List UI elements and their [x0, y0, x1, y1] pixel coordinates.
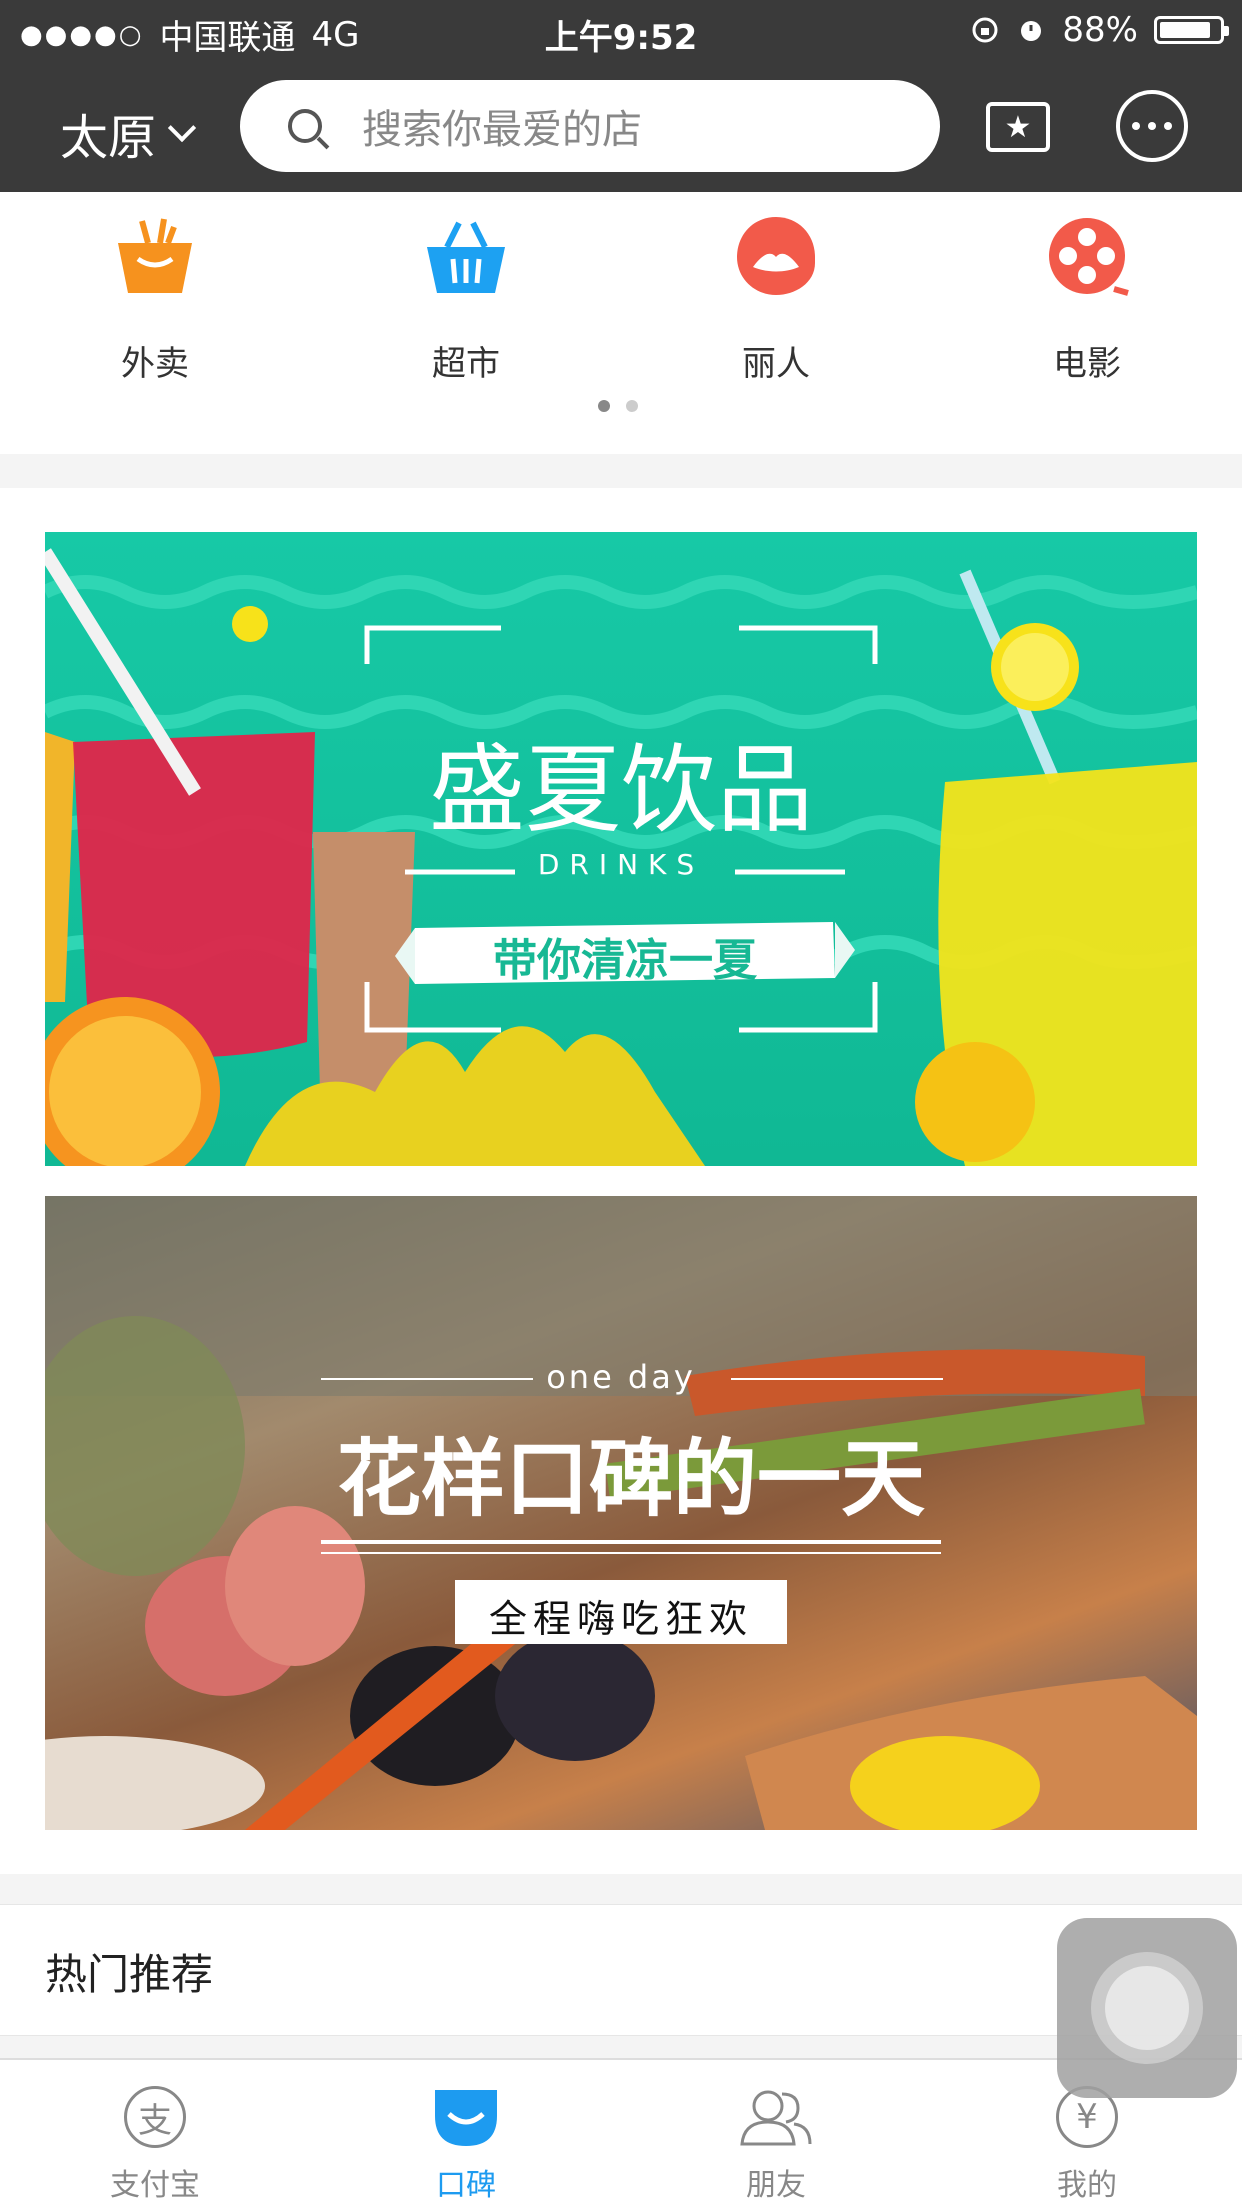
- category-grid: 外卖 超市 丽人 电影: [0, 192, 1242, 454]
- battery-percent: 88%: [1062, 10, 1138, 50]
- status-bar: ●●●●○ 中国联通 4G 上午9:52 88%: [0, 0, 1242, 62]
- koubei-icon: [435, 2090, 497, 2146]
- tab-koubei[interactable]: 口碑: [366, 2082, 566, 2204]
- divider-line: [321, 1552, 941, 1554]
- tab-label: 朋友: [746, 2168, 806, 2203]
- page-dot-active: [598, 400, 610, 412]
- assistive-touch-button[interactable]: [1057, 1918, 1237, 2098]
- divider-line: [321, 1540, 941, 1544]
- top-navbar: 太原 搜索你最爱的店 ★: [0, 62, 1242, 192]
- friends-icon: [740, 2090, 812, 2146]
- section-title: 热门推荐: [45, 1950, 214, 1999]
- foodie-banner-subtitle: one day: [546, 1358, 696, 1396]
- search-icon: [288, 109, 322, 143]
- tab-alipay[interactable]: 支 支付宝: [55, 2082, 255, 2204]
- alipay-icon: 支: [124, 2086, 186, 2148]
- hot-recommend-section: 热门推荐: [0, 1904, 1242, 2036]
- tab-label: 我的: [1057, 2168, 1117, 2203]
- category-takeout[interactable]: 外卖: [55, 206, 255, 385]
- drinks-banner-subtitle: DRINKS: [537, 848, 705, 881]
- category-label: 丽人: [742, 344, 810, 384]
- category-movie[interactable]: 电影: [987, 206, 1187, 385]
- drinks-banner-title: 盛夏饮品: [429, 734, 813, 846]
- drinks-banner-tagline: 带你清凉一夏: [493, 935, 757, 986]
- city-selector[interactable]: 太原: [60, 98, 197, 168]
- category-beauty[interactable]: 丽人: [676, 206, 876, 385]
- category-supermarket[interactable]: 超市: [366, 206, 566, 385]
- search-placeholder: 搜索你最爱的店: [362, 107, 642, 153]
- tab-label: 口碑: [436, 2168, 496, 2203]
- takeout-bag-icon: [118, 218, 192, 293]
- search-input[interactable]: 搜索你最爱的店: [240, 80, 940, 172]
- alarm-icon: [1021, 21, 1042, 41]
- divider-line: [731, 1378, 943, 1380]
- shopping-basket-icon: [427, 221, 505, 293]
- category-label: 超市: [432, 344, 500, 384]
- foodie-banner[interactable]: one day 花样口碑的一天 全程嗨吃狂欢: [45, 1196, 1197, 1830]
- page-dot: [626, 400, 638, 412]
- foodie-banner-tagline: 全程嗨吃狂欢: [488, 1597, 753, 1641]
- ticket-icon[interactable]: ★: [986, 102, 1050, 152]
- divider-line: [321, 1378, 533, 1380]
- more-menu-icon[interactable]: [1116, 90, 1188, 162]
- foodie-banner-title: 花样口碑的一天: [336, 1430, 925, 1528]
- page-indicator: [598, 400, 638, 412]
- drinks-banner[interactable]: 盛夏饮品 DRINKS 带你清凉一夏: [45, 532, 1197, 1166]
- battery-icon: [1154, 16, 1229, 44]
- film-reel-icon: [1049, 218, 1129, 296]
- beauty-icon: [737, 217, 815, 295]
- category-label: 外卖: [121, 344, 189, 384]
- bottom-tab-bar: 支 支付宝 口碑 朋友 ¥ 我的: [0, 2058, 1242, 2210]
- banner-section: 盛夏饮品 DRINKS 带你清凉一夏 one day 花样口碑的一天 全程嗨吃狂…: [0, 488, 1242, 1874]
- chevron-down-icon: [167, 113, 197, 143]
- tab-friends[interactable]: 朋友: [676, 2082, 876, 2204]
- category-label: 电影: [1053, 344, 1121, 384]
- rotation-lock-icon: [972, 17, 998, 43]
- tab-mine[interactable]: ¥ 我的: [987, 2082, 1187, 2204]
- city-name: 太原: [60, 110, 157, 166]
- tab-label: 支付宝: [110, 2168, 200, 2203]
